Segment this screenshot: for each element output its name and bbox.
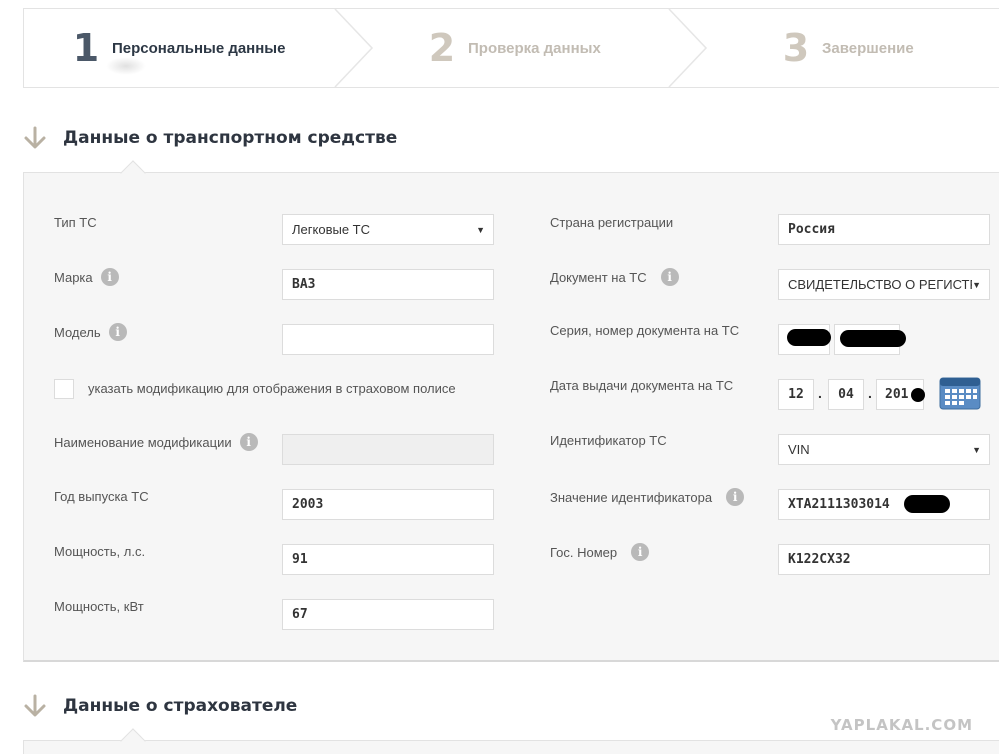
date-separator: . <box>868 385 872 401</box>
modification-name-label: Наименование модификации i <box>54 433 258 451</box>
redaction-mark <box>787 329 831 346</box>
caret-down-icon: ▼ <box>972 279 981 290</box>
model-field[interactable] <box>282 324 494 355</box>
date-separator: . <box>818 385 822 401</box>
modification-name-field <box>282 434 494 465</box>
progress-stepper: 1 Персональные данные 2 Проверка данных … <box>23 8 999 88</box>
label-text: Тип ТС <box>54 215 97 230</box>
arrow-down-icon <box>24 694 46 717</box>
vehicle-section-header[interactable]: Данные о транспортном средстве <box>23 126 397 150</box>
vehicle-type-select[interactable]: Легковые ТС ▼ <box>282 214 494 245</box>
modification-checkbox-label[interactable]: указать модификацию для отображения в ст… <box>88 381 456 396</box>
select-value: СВИДЕТЕЛЬСТВО О РЕГИСТР <box>788 277 973 292</box>
section-title: Данные о страхователе <box>63 696 298 716</box>
field-value: 67 <box>292 607 308 622</box>
identifier-value-label: Значение идентификатора i <box>550 488 745 506</box>
identifier-label: Идентификатор ТС <box>550 433 667 448</box>
make-label: Марка i <box>54 268 119 286</box>
step-number: 3 <box>782 26 810 70</box>
panel-notch <box>120 160 146 186</box>
calendar-icon[interactable] <box>939 376 981 410</box>
select-value: Легковые ТС <box>292 222 370 237</box>
info-icon[interactable]: i <box>631 543 650 561</box>
step-check-data[interactable]: 2 Проверка данных <box>422 9 601 87</box>
doc-date-month[interactable]: 04 <box>828 379 864 410</box>
power-hp-field[interactable]: 91 <box>282 544 494 575</box>
country-label: Страна регистрации <box>550 215 673 230</box>
step-number: 2 <box>428 26 456 70</box>
doc-series-label: Серия, номер документа на ТС <box>550 323 739 338</box>
info-icon[interactable]: i <box>108 323 127 341</box>
step-label: Завершение <box>822 39 914 57</box>
label-text: Идентификатор ТС <box>550 433 667 448</box>
label-text: Модель <box>54 324 101 340</box>
label-text: Марка <box>54 269 93 285</box>
info-icon[interactable]: i <box>239 433 258 451</box>
label-text: Страна регистрации <box>550 215 674 230</box>
label-text: Серия, номер документа на ТС <box>550 323 740 338</box>
vehicle-form-panel: Тип ТС Легковые ТС ▼ Марка i ВАЗ Модель … <box>23 160 999 662</box>
field-value: 91 <box>292 552 308 567</box>
info-icon[interactable]: i <box>660 268 679 286</box>
insurer-section-header[interactable]: Данные о страхователе <box>23 694 297 718</box>
redaction-mark <box>904 495 950 513</box>
label-text: Документ на ТС <box>550 269 647 285</box>
model-label: Модель i <box>54 323 127 341</box>
watermark-text: YAPLAKAL.COM <box>830 716 973 734</box>
make-field[interactable]: ВАЗ <box>282 269 494 300</box>
label-text: Год выпуска ТС <box>54 489 149 504</box>
doc-date-day[interactable]: 12 <box>778 379 814 410</box>
arrow-down-icon <box>24 126 46 149</box>
document-label: Документ на ТС i <box>550 268 679 286</box>
label-text: Дата выдачи документа на ТС <box>550 378 734 393</box>
select-value: VIN <box>788 442 810 457</box>
field-value: Россия <box>788 222 835 237</box>
modification-checkbox[interactable] <box>54 379 74 399</box>
identifier-select[interactable]: VIN ▼ <box>778 434 990 465</box>
caret-down-icon: ▼ <box>972 444 981 455</box>
field-value: К122СХ32 <box>788 552 851 567</box>
year-label: Год выпуска ТС <box>54 489 149 504</box>
label-text: Мощность, кВт <box>54 599 144 614</box>
label-text: указать модификацию для отображения в ст… <box>88 381 456 396</box>
power-kw-field[interactable]: 67 <box>282 599 494 630</box>
info-icon[interactable]: i <box>100 268 119 286</box>
document-select[interactable]: СВИДЕТЕЛЬСТВО О РЕГИСТР ▼ <box>778 269 990 300</box>
power-hp-label: Мощность, л.с. <box>54 544 145 559</box>
label-text: Значение идентификатора <box>550 489 713 505</box>
year-field[interactable]: 2003 <box>282 489 494 520</box>
caret-down-icon: ▼ <box>476 224 485 235</box>
field-value: ВАЗ <box>292 277 316 292</box>
section-title: Данные о транспортном средстве <box>63 128 398 148</box>
field-value: XTA2111303014 <box>788 497 890 512</box>
identifier-value-field[interactable]: XTA2111303014 <box>778 489 990 520</box>
info-icon[interactable]: i <box>726 488 745 506</box>
doc-date-label: Дата выдачи документа на ТС <box>550 378 733 393</box>
insurer-form-panel <box>23 728 999 754</box>
power-kw-label: Мощность, кВт <box>54 599 144 614</box>
plate-label: Гос. Номер i <box>550 543 650 561</box>
step-label: Проверка данных <box>468 39 601 57</box>
redaction-mark <box>911 388 925 402</box>
step-divider-icon <box>668 9 708 87</box>
step-shadow <box>106 57 146 75</box>
step-finish[interactable]: 3 Завершение <box>776 9 914 87</box>
plate-field[interactable]: К122СХ32 <box>778 544 990 575</box>
label-text: Гос. Номер <box>550 544 618 560</box>
country-field[interactable]: Россия <box>778 214 990 245</box>
step-personal-data[interactable]: 1 Персональные данные <box>66 9 285 87</box>
step-divider-icon <box>334 9 374 87</box>
panel-notch <box>120 728 146 754</box>
redaction-mark <box>840 330 906 347</box>
vehicle-type-label: Тип ТС <box>54 215 97 230</box>
step-number: 1 <box>72 26 100 70</box>
step-label: Персональные данные <box>112 39 286 57</box>
label-text: Мощность, л.с. <box>54 544 146 559</box>
field-value: 2003 <box>292 497 324 512</box>
label-text: Наименование модификации <box>54 434 232 450</box>
